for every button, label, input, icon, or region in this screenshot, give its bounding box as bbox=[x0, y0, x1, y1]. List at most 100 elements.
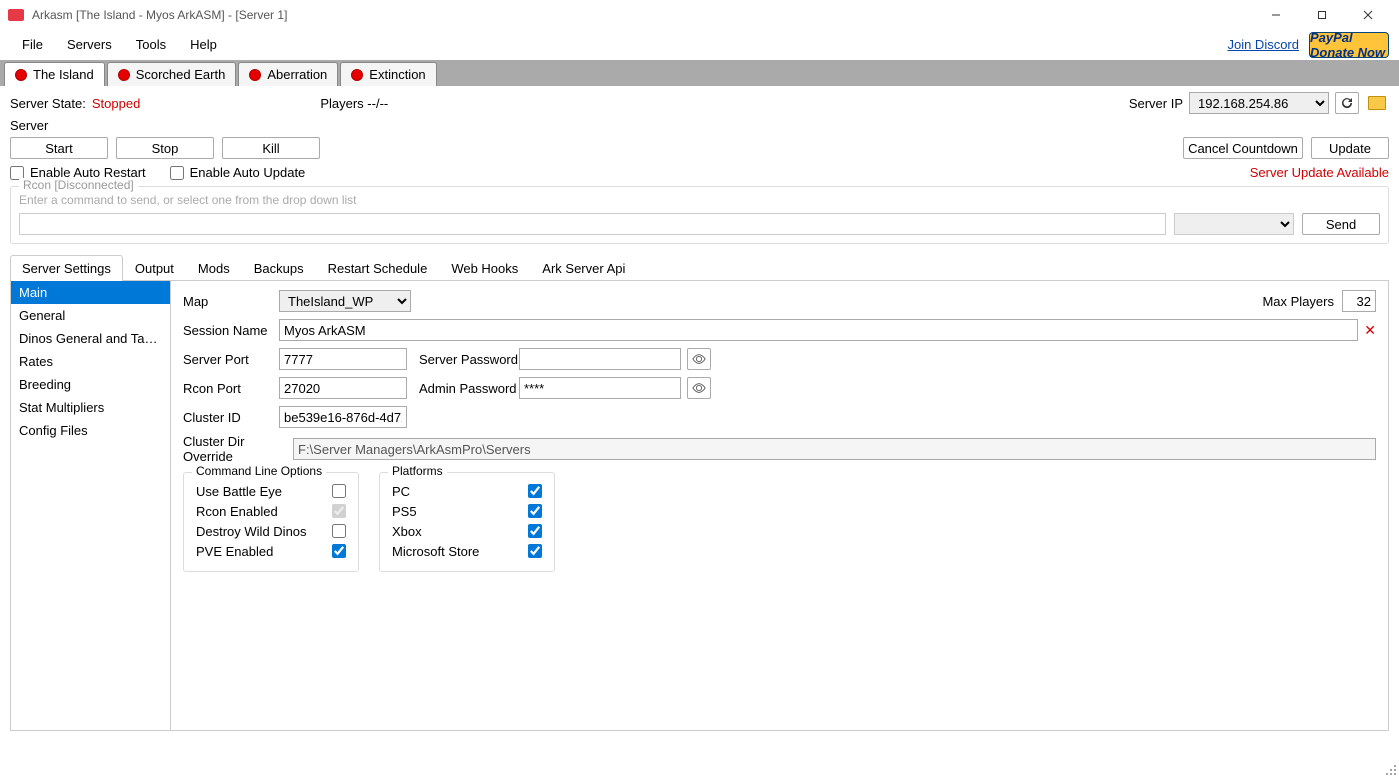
platforms-group: Platforms PCPS5XboxMicrosoft Store bbox=[379, 472, 555, 572]
server-tab-extinction[interactable]: Extinction bbox=[340, 62, 436, 86]
platform-option-3[interactable]: Microsoft Store bbox=[392, 541, 542, 561]
app-icon bbox=[8, 9, 24, 21]
settings-sidebar: Main General Dinos General and Taming Ra… bbox=[11, 281, 171, 730]
sidebar-item-general[interactable]: General bbox=[11, 304, 170, 327]
tab-mods[interactable]: Mods bbox=[186, 255, 242, 281]
admin-password-label: Admin Password bbox=[419, 381, 519, 396]
menu-file[interactable]: File bbox=[10, 33, 55, 56]
clear-session-icon[interactable]: ✕ bbox=[1364, 322, 1376, 339]
platform-checkbox[interactable] bbox=[528, 524, 542, 538]
rcon-port-input[interactable] bbox=[279, 377, 407, 399]
cluster-dir-input[interactable] bbox=[293, 438, 1376, 460]
window-title: Arkasm [The Island - Myos ArkASM] - [Ser… bbox=[32, 8, 1253, 22]
sidebar-item-stat-multipliers[interactable]: Stat Multipliers bbox=[11, 396, 170, 419]
map-select[interactable]: TheIsland_WP bbox=[279, 290, 411, 312]
status-dot-icon bbox=[118, 69, 130, 81]
cmd-option-3[interactable]: PVE Enabled bbox=[196, 541, 346, 561]
platform-option-2[interactable]: Xbox bbox=[392, 521, 542, 541]
server-tabs: The Island Scorched Earth Aberration Ext… bbox=[0, 60, 1399, 86]
cluster-id-input[interactable] bbox=[279, 406, 407, 428]
settings-form: Map TheIsland_WP Max Players Session Nam… bbox=[171, 281, 1388, 730]
cmd-option-2[interactable]: Destroy Wild Dinos bbox=[196, 521, 346, 541]
sidebar-item-breeding[interactable]: Breeding bbox=[11, 373, 170, 396]
kill-button[interactable]: Kill bbox=[222, 137, 320, 159]
sidebar-item-config-files[interactable]: Config Files bbox=[11, 419, 170, 442]
sidebar-item-main[interactable]: Main bbox=[11, 281, 170, 304]
command-line-options-group: Command Line Options Use Battle EyeRcon … bbox=[183, 472, 359, 572]
tab-web-hooks[interactable]: Web Hooks bbox=[439, 255, 530, 281]
menu-tools[interactable]: Tools bbox=[124, 33, 178, 56]
titlebar: Arkasm [The Island - Myos ArkASM] - [Ser… bbox=[0, 0, 1399, 30]
tab-ark-server-api[interactable]: Ark Server Api bbox=[530, 255, 637, 281]
session-name-input[interactable] bbox=[279, 319, 1358, 341]
server-tab-scorched-earth[interactable]: Scorched Earth bbox=[107, 62, 237, 86]
rcon-port-label: Rcon Port bbox=[183, 381, 279, 396]
platform-label: PS5 bbox=[392, 504, 417, 519]
close-button[interactable] bbox=[1345, 0, 1391, 30]
platform-checkbox[interactable] bbox=[528, 544, 542, 558]
server-port-label: Server Port bbox=[183, 352, 279, 367]
cluster-dir-label: Cluster Dir Override bbox=[183, 434, 293, 464]
server-state-value: Stopped bbox=[92, 96, 140, 111]
platform-option-0[interactable]: PC bbox=[392, 481, 542, 501]
platform-option-1[interactable]: PS5 bbox=[392, 501, 542, 521]
start-button[interactable]: Start bbox=[10, 137, 108, 159]
toggle-server-password-button[interactable] bbox=[687, 348, 711, 370]
refresh-ip-button[interactable] bbox=[1335, 92, 1359, 114]
cmd-option-checkbox[interactable] bbox=[332, 504, 346, 518]
server-ip-select[interactable]: 192.168.254.86 bbox=[1189, 92, 1329, 114]
paypal-donate-button[interactable]: PayPal Donate Now bbox=[1309, 32, 1389, 58]
admin-password-input[interactable] bbox=[519, 377, 681, 399]
server-section-label: Server bbox=[10, 118, 1389, 133]
resize-grip[interactable] bbox=[1383, 762, 1397, 776]
minimize-button[interactable] bbox=[1253, 0, 1299, 30]
update-button[interactable]: Update bbox=[1311, 137, 1389, 159]
stop-button[interactable]: Stop bbox=[116, 137, 214, 159]
tab-output[interactable]: Output bbox=[123, 255, 186, 281]
cmd-option-checkbox[interactable] bbox=[332, 524, 346, 538]
cancel-countdown-button[interactable]: Cancel Countdown bbox=[1183, 137, 1303, 159]
server-password-label: Server Password bbox=[419, 352, 519, 367]
update-available-text: Server Update Available bbox=[1250, 165, 1389, 180]
menubar: File Servers Tools Help Join Discord Pay… bbox=[0, 30, 1399, 60]
sidebar-item-rates[interactable]: Rates bbox=[11, 350, 170, 373]
platform-checkbox[interactable] bbox=[528, 504, 542, 518]
settings-tabs: Server Settings Output Mods Backups Rest… bbox=[10, 254, 1389, 281]
tab-server-settings[interactable]: Server Settings bbox=[10, 255, 123, 281]
auto-update-checkbox[interactable]: Enable Auto Update bbox=[170, 165, 306, 180]
rcon-group: Rcon [Disconnected] Enter a command to s… bbox=[10, 186, 1389, 244]
open-folder-button[interactable] bbox=[1365, 92, 1389, 114]
cmd-option-1[interactable]: Rcon Enabled bbox=[196, 501, 346, 521]
tab-restart-schedule[interactable]: Restart Schedule bbox=[316, 255, 440, 281]
server-ip-label: Server IP bbox=[1129, 96, 1183, 111]
rcon-command-input[interactable] bbox=[19, 213, 1166, 235]
status-row: Server State: Stopped Players --/-- Serv… bbox=[10, 92, 1389, 114]
server-tab-aberration[interactable]: Aberration bbox=[238, 62, 338, 86]
tab-backups[interactable]: Backups bbox=[242, 255, 316, 281]
cmd-option-0[interactable]: Use Battle Eye bbox=[196, 481, 346, 501]
platform-label: Microsoft Store bbox=[392, 544, 479, 559]
rcon-send-button[interactable]: Send bbox=[1302, 213, 1380, 235]
auto-row: Enable Auto Restart Enable Auto Update S… bbox=[10, 165, 1389, 180]
rcon-legend: Rcon [Disconnected] bbox=[19, 178, 138, 192]
rcon-command-select[interactable] bbox=[1174, 213, 1294, 235]
platforms-legend: Platforms bbox=[388, 464, 447, 478]
cmd-option-checkbox[interactable] bbox=[332, 544, 346, 558]
cluster-id-label: Cluster ID bbox=[183, 410, 279, 425]
maximize-button[interactable] bbox=[1299, 0, 1345, 30]
max-players-input[interactable] bbox=[1342, 290, 1376, 312]
menu-servers[interactable]: Servers bbox=[55, 33, 124, 56]
platform-checkbox[interactable] bbox=[528, 484, 542, 498]
sidebar-item-dinos[interactable]: Dinos General and Taming bbox=[11, 327, 170, 350]
server-tab-the-island[interactable]: The Island bbox=[4, 62, 105, 86]
toggle-admin-password-button[interactable] bbox=[687, 377, 711, 399]
join-discord-link[interactable]: Join Discord bbox=[1227, 37, 1299, 52]
menu-help[interactable]: Help bbox=[178, 33, 229, 56]
status-dot-icon bbox=[15, 69, 27, 81]
server-password-input[interactable] bbox=[519, 348, 681, 370]
cmd-option-checkbox[interactable] bbox=[332, 484, 346, 498]
server-port-input[interactable] bbox=[279, 348, 407, 370]
status-dot-icon bbox=[249, 69, 261, 81]
server-actions: Start Stop Kill Cancel Countdown Update bbox=[10, 137, 1389, 159]
players-label: Players --/-- bbox=[320, 96, 388, 111]
